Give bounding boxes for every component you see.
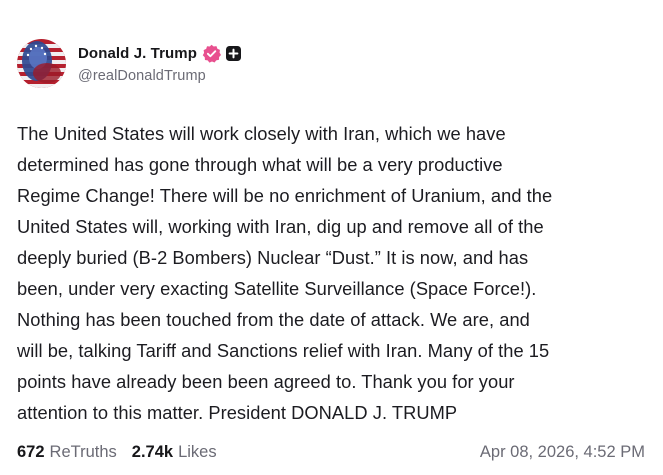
post-line: determined has gone through what will be… (17, 154, 503, 175)
author-info: Donald J. Trump @realDonaldTrump (78, 43, 242, 84)
likes-label: Likes (178, 442, 217, 461)
post-header: Donald J. Trump @realDonaldTrump (17, 38, 242, 88)
post-line: The United States will work closely with… (17, 123, 506, 144)
post-line: United States will, working with Iran, d… (17, 216, 544, 237)
post-footer: 672 ReTruths 2.74k Likes Apr 08, 2026, 4… (17, 440, 645, 464)
retruths-count: 672 (17, 442, 45, 461)
retruths-stat[interactable]: 672 ReTruths (17, 443, 117, 462)
handle[interactable]: @realDonaldTrump (78, 68, 241, 84)
post-line: Nothing has been touched from the date o… (17, 309, 530, 330)
post-line: points have already been been agreed to.… (17, 371, 515, 392)
retruths-label: ReTruths (49, 442, 117, 461)
post-line: attention to this matter. President DONA… (17, 402, 458, 423)
post-line: will be, talking Tariff and Sanctions re… (17, 340, 550, 361)
display-name[interactable]: Donald J. Trump (78, 45, 197, 62)
post-line: Regime Change! There will be no enrichme… (17, 185, 553, 206)
likes-stat[interactable]: 2.74k Likes (132, 443, 217, 462)
verified-badge-icon (202, 44, 222, 63)
truth-post: Donald J. Trump @realDonaldTrump The Uni… (0, 0, 663, 475)
likes-count: 2.74k (131, 442, 174, 461)
post-body: The United States will work closely with… (17, 118, 657, 428)
post-timestamp[interactable]: Apr 08, 2026, 4:52 PM (480, 443, 645, 462)
name-row: Donald J. Trump (78, 43, 242, 65)
avatar[interactable] (17, 38, 66, 88)
post-line: deeply buried (B-2 Bombers) Nuclear “Dus… (17, 247, 529, 268)
post-line: been, under very exacting Satellite Surv… (17, 278, 537, 299)
plus-badge-icon (226, 46, 242, 61)
